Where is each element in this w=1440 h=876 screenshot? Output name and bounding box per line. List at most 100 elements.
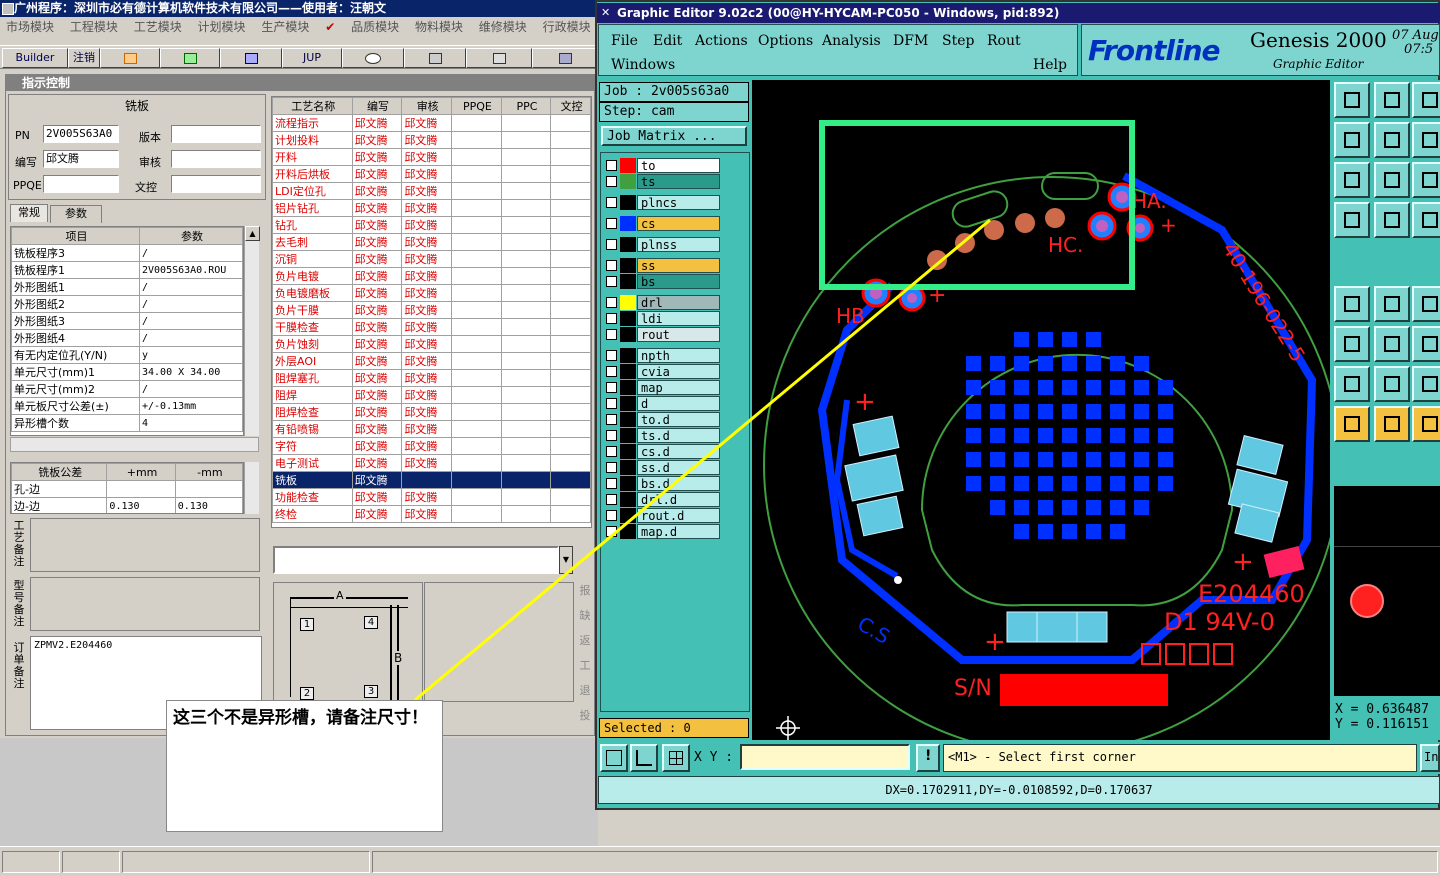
tool-polygon-button[interactable] (1374, 286, 1410, 322)
menu-file[interactable]: File (611, 33, 638, 49)
proc-col[interactable]: 工艺名称 (272, 97, 353, 115)
table-row[interactable]: 有无内定位孔(Y/N) y (11, 346, 243, 364)
ppqe-field[interactable] (43, 175, 119, 193)
menu-options[interactable]: Options (758, 33, 813, 49)
tool-load-button[interactable] (1374, 82, 1410, 118)
layer-row-ts.d[interactable]: ts.d (604, 428, 720, 443)
layer-row-npth[interactable]: npth (604, 348, 720, 363)
layer-row-cs.d[interactable]: cs.d (604, 444, 720, 459)
proc-col[interactable]: 编写 (351, 97, 403, 115)
menu-material[interactable]: 物料模块 (415, 20, 463, 34)
tool-frame-button[interactable] (1412, 406, 1440, 442)
proc-col[interactable]: 审核 (401, 97, 453, 115)
menu-process[interactable]: 工艺模块 (134, 20, 182, 34)
menu-market[interactable]: 市场模块 (6, 20, 54, 34)
table-row[interactable]: 负片蚀刻 邱文腾 邱文腾 (272, 335, 591, 353)
tool-ruler-h-button[interactable] (1412, 286, 1440, 322)
layer-row-map[interactable]: map (604, 380, 720, 395)
layer-checkbox[interactable] (606, 366, 617, 377)
layer-checkbox[interactable] (606, 329, 617, 340)
layer-row-d[interactable]: d (604, 396, 720, 411)
table-row[interactable]: 阻焊 邱文腾 邱文腾 (272, 386, 591, 404)
proc-col[interactable]: 文控 (550, 97, 591, 115)
zoom-area-button[interactable] (600, 744, 628, 772)
model-remark-field[interactable] (30, 577, 260, 631)
toolbar-btn-exit[interactable] (532, 48, 598, 68)
toolbar-btn-view[interactable] (342, 48, 404, 68)
menu-analysis[interactable]: Analysis (822, 33, 881, 49)
menu-rout[interactable]: Rout (987, 33, 1021, 49)
menu-maintenance[interactable]: 维修模块 (479, 20, 527, 34)
param-scrollbar[interactable]: ▲ (244, 226, 260, 436)
tool-line-h-button[interactable] (1374, 406, 1410, 442)
layer-row-ss.d[interactable]: ss.d (604, 460, 720, 475)
table-row[interactable]: 字符 邱文腾 邱文腾 (272, 437, 591, 455)
col-param[interactable]: 参数 (139, 227, 243, 245)
table-row[interactable]: 铝片钻孔 邱文腾 邱文腾 (272, 199, 591, 217)
table-row[interactable]: 去毛刺 邱文腾 邱文腾 (272, 233, 591, 251)
measure-button[interactable] (630, 744, 658, 772)
chevron-down-icon[interactable]: ▼ (559, 546, 573, 574)
table-row[interactable]: 单元尺寸(mm)1 34.00 X 34.00 (11, 363, 243, 381)
layer-checkbox[interactable] (606, 176, 617, 187)
tool-scale-button[interactable] (1412, 162, 1440, 198)
table-row[interactable]: 终检 邱文腾 邱文腾 (272, 505, 591, 523)
side-button-work[interactable]: 工 (576, 657, 594, 682)
menu-help[interactable]: Help (1033, 57, 1067, 73)
layer-row-map.d[interactable]: map.d (604, 524, 720, 539)
tool-pencil-button[interactable] (1374, 366, 1410, 402)
table-row[interactable]: 单元板尺寸公差(±) +/-0.13mm (11, 397, 243, 415)
toolbar-btn-1[interactable] (100, 48, 160, 68)
job-matrix-button[interactable]: Job Matrix ... (601, 126, 747, 146)
table-row[interactable]: 阻焊检查 邱文腾 邱文腾 (272, 403, 591, 421)
table-row[interactable]: 开料后烘板 邱文腾 邱文腾 (272, 165, 591, 183)
table-row[interactable]: 流程指示 邱文腾 邱文腾 (272, 114, 591, 132)
layer-checkbox[interactable] (606, 160, 617, 171)
tool-cursor-cross-button[interactable] (1334, 406, 1370, 442)
layer-checkbox[interactable] (606, 276, 617, 287)
scroll-up-icon[interactable]: ▲ (245, 226, 260, 241)
review-field[interactable] (171, 150, 261, 168)
proc-col[interactable]: PPC (500, 97, 552, 115)
layer-row-rout.d[interactable]: rout.d (604, 508, 720, 523)
table-row[interactable]: 边-边 0.130 0.130 (11, 497, 243, 513)
layer-checkbox[interactable] (606, 197, 617, 208)
table-row[interactable]: 干膜检查 邱文腾 邱文腾 (272, 318, 591, 336)
layer-checkbox[interactable] (606, 398, 617, 409)
tool-arc-button[interactable] (1412, 366, 1440, 402)
param-hscrollbar[interactable] (10, 437, 259, 452)
table-row[interactable]: 负片电镀 邱文腾 邱文腾 (272, 267, 591, 285)
layer-checkbox[interactable] (606, 297, 617, 308)
table-row[interactable]: 沉铜 邱文腾 邱文腾 (272, 250, 591, 268)
layer-checkbox[interactable] (606, 218, 617, 229)
menu-edit[interactable]: Edit (653, 33, 682, 49)
toolbar-btn-word[interactable] (220, 48, 282, 68)
process-remark-field[interactable] (30, 518, 260, 572)
table-row[interactable]: 负电镀磨板 邱文腾 邱文腾 (272, 284, 591, 302)
toolbar-btn-db[interactable] (404, 48, 466, 68)
col-item[interactable]: 项目 (11, 227, 140, 245)
table-row[interactable]: LDI定位孔 邱文腾 邱文腾 (272, 182, 591, 200)
tab-general[interactable]: 常规 (10, 204, 48, 222)
table-row[interactable]: 铣板 邱文腾 (272, 471, 591, 489)
layer-checkbox[interactable] (606, 430, 617, 441)
tool-link-button[interactable] (1412, 326, 1440, 362)
tol-col[interactable]: 铣板公差 (11, 463, 108, 481)
tool-pad-button[interactable] (1334, 286, 1370, 322)
tol-col[interactable]: +mm (106, 463, 176, 481)
layer-checkbox[interactable] (606, 414, 617, 425)
alert-button[interactable]: ! (916, 744, 940, 772)
proc-col[interactable]: PPQE (451, 97, 502, 115)
tool-ruler-button[interactable] (1334, 202, 1370, 238)
side-button-return[interactable]: 返 (576, 632, 594, 657)
table-row[interactable]: 外形图纸2/ (11, 295, 243, 313)
layer-checkbox[interactable] (606, 260, 617, 271)
author-field[interactable]: 邱文腾 (43, 150, 119, 168)
toolbar-btn-excel[interactable] (160, 48, 220, 68)
layer-row-plncs[interactable]: plncs (604, 195, 720, 210)
control-field[interactable] (171, 175, 261, 193)
layer-checkbox[interactable] (606, 494, 617, 505)
layer-checkbox[interactable] (606, 382, 617, 393)
tool-undo-button[interactable] (1412, 82, 1440, 118)
layer-checkbox[interactable] (606, 462, 617, 473)
